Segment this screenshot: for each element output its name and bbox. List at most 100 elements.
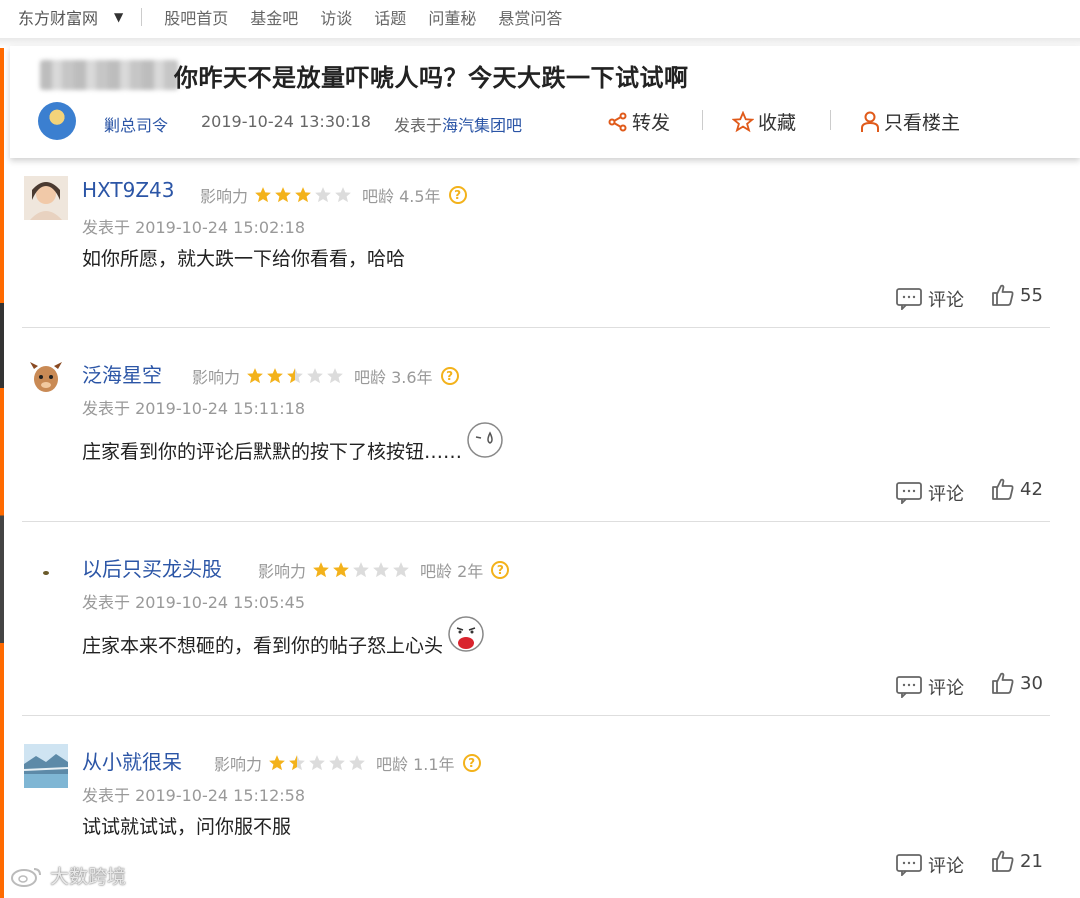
post-author[interactable]: 剿总司令 xyxy=(104,112,168,136)
comment-time-prefix: 发表于 xyxy=(82,786,131,805)
post-header: 你昨天不是放量吓唬人吗？今天大跌一下试试啊 剿总司令 2019-10-24 13… xyxy=(10,46,1080,158)
posted-in: 发表于海汽集团吧 xyxy=(394,112,522,136)
nav-item-home[interactable]: 股吧首页 xyxy=(164,5,228,29)
help-icon[interactable]: ? xyxy=(462,754,481,772)
comment-label: 评论 xyxy=(928,290,964,311)
comment-text-wrap: 庄家看到你的评论后默默的按下了核按钮…… xyxy=(82,421,504,464)
bar-age: 吧龄 1.1年 xyxy=(376,755,455,774)
share-button[interactable]: 转发 xyxy=(608,108,670,135)
comment-text: 如你所愿，就大跌一下给你看看，哈哈 xyxy=(82,248,406,270)
influence-label: 影响力 xyxy=(258,562,307,581)
influence-label: 影响力 xyxy=(200,187,249,206)
comment-divider xyxy=(22,521,1050,522)
comment-divider xyxy=(22,715,1050,716)
bar-age: 吧龄 3.6年 xyxy=(354,368,433,387)
like-count: 55 xyxy=(1020,284,1043,306)
comment-reply-button[interactable]: 评论 xyxy=(896,480,964,506)
weibo-logo-icon xyxy=(11,867,41,887)
like-count: 42 xyxy=(1020,478,1043,500)
nav-item-bounty-qa[interactable]: 悬赏问答 xyxy=(498,5,562,29)
user-avatar[interactable] xyxy=(24,176,68,220)
comment-icon xyxy=(896,854,922,876)
influence-stars xyxy=(246,367,346,385)
like-button[interactable]: 55 xyxy=(992,284,1043,306)
star-filled-icon xyxy=(267,368,283,384)
comment-label: 评论 xyxy=(928,484,964,505)
comment-text: 庄家本来不想砸的，看到你的帖子怒上心头 xyxy=(82,635,444,657)
help-icon[interactable]: ? xyxy=(440,367,459,385)
only-op-button[interactable]: 只看楼主 xyxy=(860,108,960,135)
share-label: 转发 xyxy=(632,112,671,134)
watermark-text: 大数跨境 xyxy=(50,866,127,888)
comment-username[interactable]: 从小就很呆 xyxy=(82,746,182,775)
star-empty-icon xyxy=(315,187,331,203)
star-empty-icon xyxy=(307,368,323,384)
comment-icon xyxy=(896,288,922,310)
comment-divider xyxy=(22,327,1050,328)
action-divider xyxy=(702,110,703,130)
comment-time-prefix: 发表于 xyxy=(82,218,131,237)
bar-link[interactable]: 海汽集团吧 xyxy=(442,116,522,135)
star-filled-icon xyxy=(269,755,285,771)
comment-item: 从小就很呆 影响力 吧龄 1.1年 ? 发表于 2019-10-24 15:12… xyxy=(22,744,1050,894)
nav-item-fund[interactable]: 基金吧 xyxy=(250,5,298,29)
action-divider xyxy=(830,110,831,130)
star-empty-icon xyxy=(309,755,325,771)
influence-label: 影响力 xyxy=(192,368,241,387)
left-accent-bar xyxy=(0,48,4,898)
comment-reply-button[interactable]: 评论 xyxy=(896,674,964,700)
comment-time: 发表于 2019-10-24 15:12:58 xyxy=(82,782,305,806)
nav-item-topic[interactable]: 话题 xyxy=(374,5,406,29)
star-filled-icon xyxy=(275,187,291,203)
comment-label: 评论 xyxy=(928,856,964,877)
comment-reply-button[interactable]: 评论 xyxy=(896,286,964,312)
comment-reply-button[interactable]: 评论 xyxy=(896,852,964,878)
comment-username[interactable]: HXT9Z43 xyxy=(82,178,174,202)
user-avatar[interactable] xyxy=(24,744,68,788)
nav-item-ask-secretary[interactable]: 问董秘 xyxy=(428,5,476,29)
bar-age: 吧龄 4.5年 xyxy=(362,187,441,206)
influence-stars xyxy=(254,186,354,204)
nav-item-interview[interactable]: 访谈 xyxy=(320,5,352,29)
comment-time-value: 2019-10-24 15:11:18 xyxy=(135,399,306,418)
site-name[interactable]: 东方财富网 xyxy=(18,5,98,29)
star-half-icon xyxy=(289,755,305,771)
comment-label: 评论 xyxy=(928,678,964,699)
comment-time-prefix: 发表于 xyxy=(82,593,131,612)
like-button[interactable]: 30 xyxy=(992,672,1043,694)
star-empty-icon xyxy=(327,368,343,384)
blurred-mention xyxy=(40,60,178,90)
comment-username[interactable]: 泛海星空 xyxy=(82,359,162,388)
user-meta: 影响力 吧龄 2年 ? xyxy=(258,558,510,582)
comment-text: 庄家看到你的评论后默默的按下了核按钮…… xyxy=(82,441,463,463)
top-navigation: 东方财富网 ▼ 股吧首页 基金吧 访谈 话题 问董秘 悬赏问答 xyxy=(0,0,1080,34)
favorite-label: 收藏 xyxy=(758,112,797,134)
star-empty-icon xyxy=(335,187,351,203)
thumbs-up-icon xyxy=(992,478,1014,500)
comment-item: HXT9Z43 影响力 吧龄 4.5年 ? 发表于 2019-10-24 15:… xyxy=(22,176,1050,316)
dropdown-caret-icon[interactable]: ▼ xyxy=(114,10,123,24)
bar-age: 吧龄 2年 xyxy=(420,562,484,581)
user-icon xyxy=(861,111,879,132)
like-button[interactable]: 21 xyxy=(992,850,1043,872)
user-avatar[interactable] xyxy=(24,551,68,595)
favorite-button[interactable]: 收藏 xyxy=(732,108,796,135)
influence-stars xyxy=(312,561,412,579)
comment-time: 发表于 2019-10-24 15:02:18 xyxy=(82,214,305,238)
star-filled-icon xyxy=(247,368,263,384)
star-filled-icon xyxy=(333,562,349,578)
help-icon[interactable]: ? xyxy=(448,186,467,204)
user-avatar[interactable] xyxy=(24,357,68,401)
posted-in-prefix: 发表于 xyxy=(394,116,443,135)
like-button[interactable]: 42 xyxy=(992,478,1043,500)
star-filled-icon xyxy=(295,187,311,203)
comment-username[interactable]: 以后只买龙头股 xyxy=(82,553,222,582)
author-avatar[interactable] xyxy=(38,102,76,140)
help-icon[interactable]: ? xyxy=(491,561,510,579)
star-empty-icon xyxy=(329,755,345,771)
angry-emoji-icon xyxy=(448,615,484,652)
thumbs-up-icon xyxy=(992,672,1014,694)
comment-time-prefix: 发表于 xyxy=(82,399,131,418)
comment-icon xyxy=(896,482,922,504)
comment-time-value: 2019-10-24 15:05:45 xyxy=(135,593,306,612)
